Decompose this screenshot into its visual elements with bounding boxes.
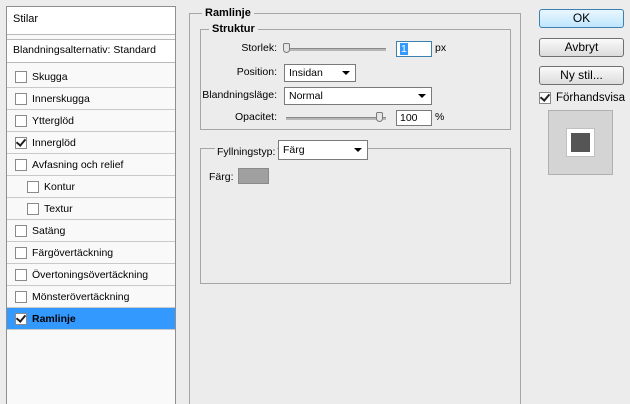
structure-group-title: Struktur xyxy=(209,23,258,35)
ok-button[interactable]: OK xyxy=(539,9,624,28)
style-item-label: Färgövertäckning xyxy=(32,246,114,259)
blend-mode-select[interactable]: Normal xyxy=(284,87,432,105)
fill-type-value: Färg xyxy=(283,144,305,156)
style-item[interactable]: Kontur xyxy=(7,176,175,198)
size-input[interactable]: 1 xyxy=(396,41,432,57)
style-item-checkbox[interactable] xyxy=(15,92,27,105)
style-item[interactable]: Mönsterövertäckning xyxy=(7,286,175,308)
new-style-button[interactable]: Ny stil... xyxy=(539,66,624,85)
position-select[interactable]: Insidan xyxy=(284,64,356,82)
style-item-label: Ytterglöd xyxy=(32,114,75,127)
opacity-unit: % xyxy=(435,111,445,123)
size-slider[interactable] xyxy=(286,48,386,51)
style-item-label: Innerskugga xyxy=(32,92,90,105)
style-item[interactable]: Övertoningsövertäckning xyxy=(7,264,175,286)
preview-checkbox[interactable] xyxy=(539,92,551,104)
opacity-input[interactable]: 100 xyxy=(396,110,432,126)
style-item-label: Mönsterövertäckning xyxy=(32,290,130,303)
fill-color-swatch[interactable] xyxy=(238,168,269,184)
style-item-checkbox[interactable] xyxy=(27,202,39,215)
style-item-label: Skugga xyxy=(32,70,68,83)
position-value: Insidan xyxy=(289,67,323,79)
style-item[interactable]: Ramlinje xyxy=(7,308,175,330)
opacity-slider[interactable] xyxy=(286,117,386,120)
style-item[interactable]: Färgövertäckning xyxy=(7,242,175,264)
chevron-down-icon xyxy=(342,71,350,75)
styles-panel: Stilar Blandningsalternativ: Standard Sk… xyxy=(6,6,176,404)
fill-type-select[interactable]: Färg xyxy=(278,140,368,160)
style-item-label: Kontur xyxy=(44,180,75,193)
style-item-checkbox[interactable] xyxy=(15,158,27,171)
stroke-group-title: Ramlinje xyxy=(202,7,254,19)
style-item-checkbox[interactable] xyxy=(15,268,27,281)
opacity-slider-thumb[interactable] xyxy=(376,112,383,122)
style-item-label: Textur xyxy=(44,202,73,215)
blend-mode-value: Normal xyxy=(289,90,323,102)
size-label: Storlek: xyxy=(241,42,277,54)
style-item-checkbox[interactable] xyxy=(15,136,27,149)
preview-label: Förhandsvisa xyxy=(556,92,626,104)
size-input-value: 1 xyxy=(400,43,408,55)
style-item[interactable]: Avfasning och relief xyxy=(7,154,175,176)
blend-mode-label: Blandningsläge: xyxy=(202,89,277,101)
opacity-label: Opacitet: xyxy=(234,111,277,123)
styles-header[interactable]: Stilar xyxy=(7,7,175,35)
style-item-checkbox[interactable] xyxy=(15,246,27,259)
style-item[interactable]: Satäng xyxy=(7,220,175,242)
style-item-label: Ramlinje xyxy=(32,312,76,325)
style-item-label: Övertoningsövertäckning xyxy=(32,268,149,281)
fill-type-label: Fyllningstyp: xyxy=(215,146,278,158)
style-item-checkbox[interactable] xyxy=(15,70,27,83)
size-slider-thumb[interactable] xyxy=(283,43,290,53)
preview-shape xyxy=(571,133,590,152)
chevron-down-icon xyxy=(418,94,426,98)
style-list: Skugga Innerskugga Ytterglöd Innerglöd Avfas… xyxy=(7,66,175,330)
cancel-button[interactable]: Avbryt xyxy=(539,38,624,57)
preview-toggle[interactable]: Förhandsvisa xyxy=(539,92,625,104)
style-item-checkbox[interactable] xyxy=(15,114,27,127)
style-item-checkbox[interactable] xyxy=(15,290,27,303)
style-item[interactable]: Skugga xyxy=(7,66,175,88)
style-item[interactable]: Innerglöd xyxy=(7,132,175,154)
fill-color-label: Färg: xyxy=(209,171,234,183)
stroke-group: Ramlinje Struktur Storlek: 1 px Position… xyxy=(189,7,521,404)
position-label: Position: xyxy=(236,66,277,78)
preview-frame xyxy=(566,128,595,157)
style-item-label: Innerglöd xyxy=(32,136,76,149)
fill-group: Fyllningstyp: Färg Färg: xyxy=(200,140,511,284)
preview-thumbnail xyxy=(548,110,613,175)
style-item[interactable]: Ytterglöd xyxy=(7,110,175,132)
style-item-label: Satäng xyxy=(32,224,66,237)
size-unit: px xyxy=(435,42,447,54)
structure-group: Struktur Storlek: 1 px Position: Insidan… xyxy=(200,23,511,130)
style-item-checkbox[interactable] xyxy=(15,312,27,325)
style-item[interactable]: Textur xyxy=(7,198,175,220)
blending-options-item[interactable]: Blandningsalternativ: Standard xyxy=(7,39,175,63)
chevron-down-icon xyxy=(354,148,362,152)
style-item-checkbox[interactable] xyxy=(27,180,39,193)
style-item-checkbox[interactable] xyxy=(15,224,27,237)
style-item[interactable]: Innerskugga xyxy=(7,88,175,110)
style-item-label: Avfasning och relief xyxy=(32,158,124,171)
